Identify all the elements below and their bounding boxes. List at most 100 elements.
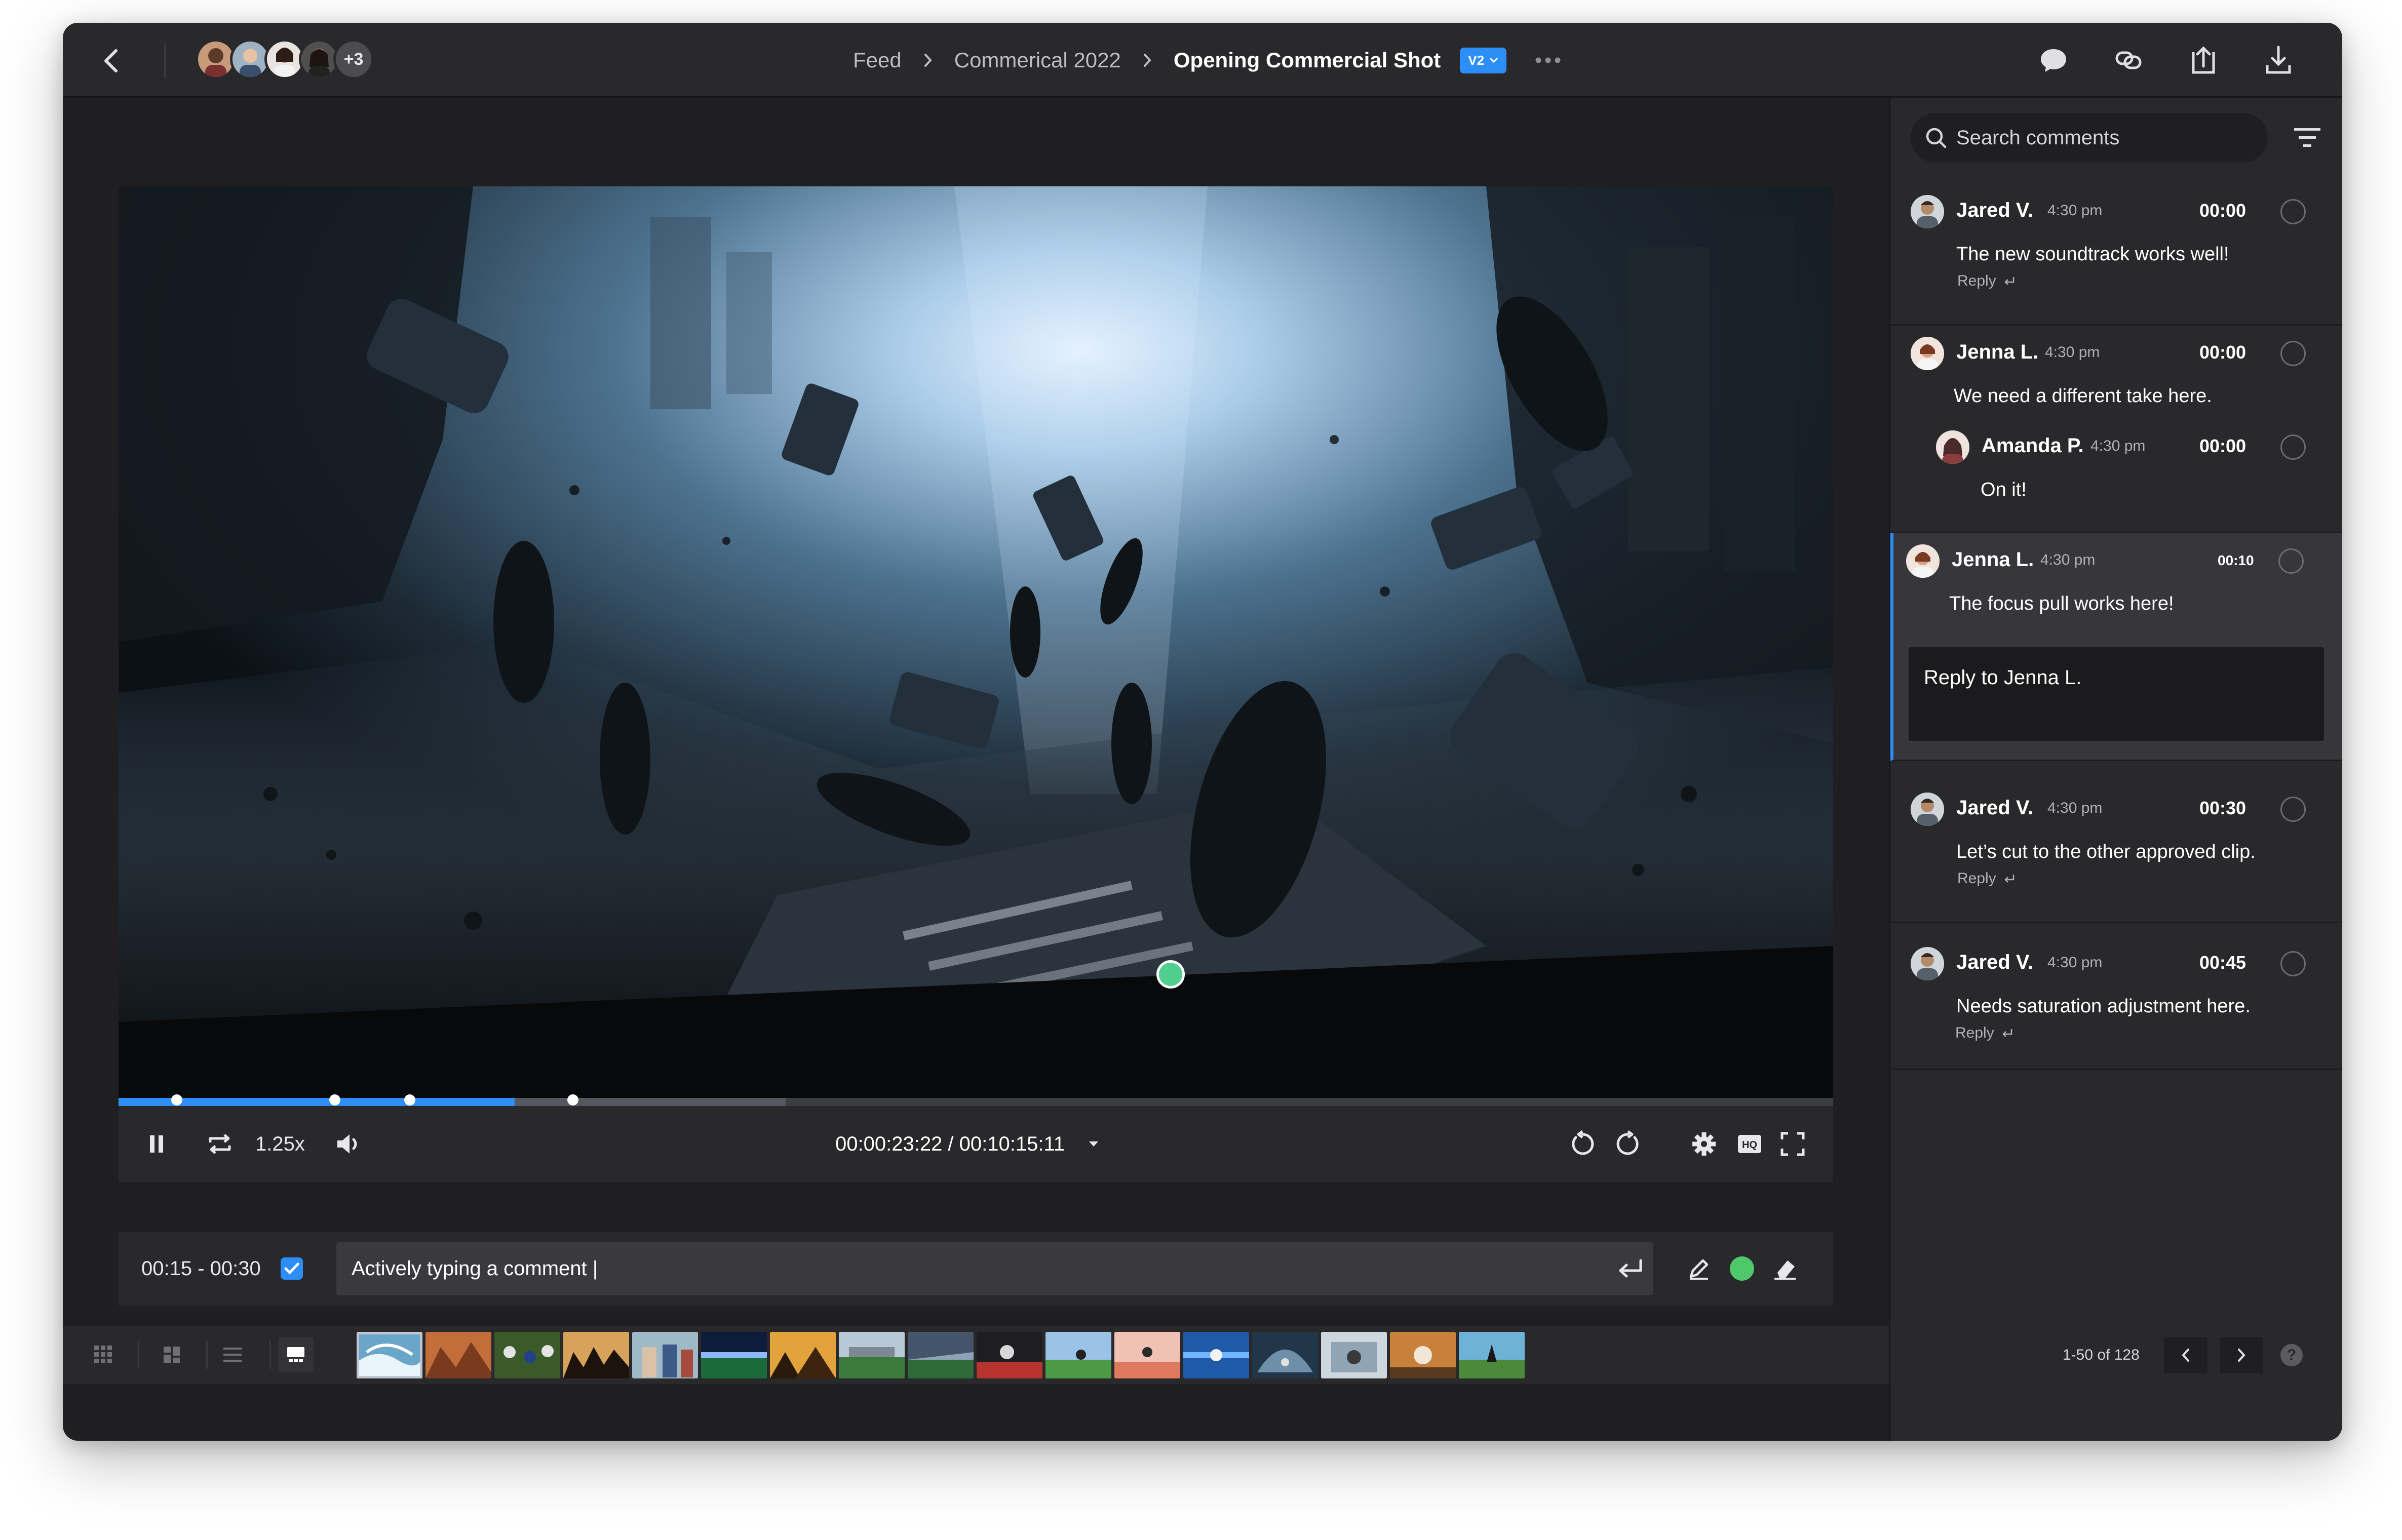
comment-timeline-marker[interactable] [171,1094,183,1105]
resolve-checkbox[interactable] [2280,341,2306,366]
color-picker-button[interactable] [1724,1251,1760,1286]
reply-enter-icon [2004,875,2014,883]
comment-timestamp-link[interactable]: 00:00 [2199,436,2246,457]
comment-thread[interactable]: Jenna L. 4:30 pm 00:00 We need a differe… [1890,326,2342,533]
submit-comment-button[interactable] [1613,1251,1648,1286]
eraser-button[interactable] [1767,1251,1803,1286]
pause-button[interactable] [139,1126,174,1162]
version-label: V2 [1468,52,1485,68]
filter-button[interactable] [2291,121,2324,154]
comment-thread[interactable]: Jared V. 4:30 pm 00:30 Let’s cut to the … [1890,761,2342,923]
asset-thumbnail[interactable] [1459,1332,1525,1378]
comment-text: The new soundtrack works well! [1956,244,2229,265]
resolve-checkbox[interactable] [2280,199,2306,224]
comments-button[interactable] [2035,42,2072,78]
tile-view-button[interactable] [154,1337,189,1372]
draw-tool-button[interactable] [1681,1251,1717,1286]
back-button[interactable] [93,43,129,78]
comment-timestamp-link[interactable]: 00:45 [2199,952,2246,973]
asset-thumbnail[interactable] [357,1332,422,1378]
hq-quality-button[interactable]: HQ [1732,1126,1767,1162]
resolve-checkbox[interactable] [2280,435,2306,460]
comment-thread[interactable]: Jared V. 4:30 pm 00:00 The new soundtrac… [1890,184,2342,326]
video-still-image [119,186,1833,1098]
asset-thumbnail[interactable] [563,1332,629,1378]
asset-thumbnail[interactable] [908,1332,974,1378]
resolve-checkbox[interactable] [2280,797,2306,822]
timecode-display[interactable]: 00:00:23:22 / 00:10:15:11 [835,1106,1099,1182]
comment-timestamp-link[interactable]: 00:00 [2199,342,2246,363]
share-button[interactable] [2185,42,2222,78]
comment-thread-active[interactable]: Jenna L. 4:30 pm 00:10 The focus pull wo… [1890,533,2342,761]
asset-thumbnail[interactable] [1183,1332,1249,1378]
progress-bar[interactable] [119,1094,1833,1106]
comment-author: Jared V. [1956,797,2033,819]
video-frame[interactable] [119,186,1833,1098]
reply-button[interactable]: Reply [1957,272,2016,290]
resolve-checkbox[interactable] [2280,951,2306,976]
more-collaborators-badge[interactable]: +3 [333,39,374,80]
asset-thumbnail[interactable] [632,1332,698,1378]
asset-thumbnail[interactable] [977,1332,1042,1378]
comment-timeline-marker[interactable] [329,1094,340,1105]
asset-thumbnail[interactable] [1045,1332,1111,1378]
svg-text:HQ: HQ [1742,1139,1757,1151]
download-button[interactable] [2260,42,2297,78]
breadcrumb-project[interactable]: Commerical 2022 [954,48,1121,72]
grid-view-button[interactable] [86,1337,121,1372]
comment-timestamp-link[interactable]: 00:30 [2199,798,2246,819]
selected-color-swatch [1730,1256,1754,1281]
volume-button[interactable] [331,1126,367,1162]
asset-thumbnail[interactable] [1321,1332,1387,1378]
comment-time: 4:30 pm [2040,551,2096,568]
asset-thumbnail[interactable] [1114,1332,1180,1378]
fullscreen-icon [1780,1132,1805,1156]
reply-input[interactable]: Reply to Jenna L. [1909,647,2324,741]
comment-time: 4:30 pm [2090,438,2146,454]
loop-button[interactable] [202,1126,238,1162]
forward-button[interactable] [1610,1126,1646,1162]
asset-thumbnail[interactable] [701,1332,767,1378]
version-dropdown[interactable]: V2 [1460,47,1507,73]
avatar [1911,947,1944,980]
pagination-bar: 1-50 of 128 ? [1889,1326,2342,1384]
comment-author: Jared V. [1956,951,2033,973]
download-icon [2266,46,2291,74]
search-comments-box[interactable] [1911,113,2268,163]
help-icon[interactable]: ? [2280,1344,2303,1366]
asset-thumbnail-strip [357,1332,1525,1378]
asset-thumbnail[interactable] [839,1332,905,1378]
comment-timestamp-link[interactable]: 00:10 [2218,552,2254,569]
comment-timeline-marker[interactable] [567,1094,579,1105]
comment-thread[interactable]: Jared V. 4:30 pm 00:45 Needs saturation … [1890,923,2342,1070]
range-checkbox[interactable] [281,1257,303,1280]
asset-thumbnail[interactable] [1390,1332,1456,1378]
search-comments-input[interactable] [1956,126,2240,149]
resolve-checkbox[interactable] [2278,548,2304,574]
fullscreen-button[interactable] [1775,1126,1810,1162]
comment-time: 4:30 pm [2047,954,2103,971]
comment-marker-pin[interactable] [1156,960,1185,989]
pause-icon [150,1135,163,1153]
reply-button[interactable]: Reply [1957,870,2016,887]
comment-reply[interactable]: Amanda P. 4:30 pm 00:00 [1890,419,2342,470]
list-view-button[interactable] [215,1337,250,1372]
asset-thumbnail[interactable] [770,1332,836,1378]
collaborator-avatars[interactable]: +3 [196,39,374,82]
more-options-button[interactable] [1535,57,1561,64]
comment-time-range[interactable]: 00:15 - 00:30 [141,1232,261,1306]
link-button[interactable] [2110,42,2147,78]
rewind-button[interactable] [1565,1126,1600,1162]
settings-button[interactable] [1686,1126,1722,1162]
asset-thumbnail[interactable] [425,1332,491,1378]
next-page-button[interactable] [2220,1337,2263,1373]
previous-page-button[interactable] [2164,1337,2207,1373]
asset-thumbnail[interactable] [1252,1332,1318,1378]
reply-button[interactable]: Reply [1955,1024,2013,1042]
playback-speed-button[interactable]: 1.25x [255,1126,305,1162]
comment-timestamp-link[interactable]: 00:00 [2199,200,2246,221]
asset-thumbnail[interactable] [494,1332,560,1378]
breadcrumb-feed[interactable]: Feed [853,48,902,72]
comment-input[interactable] [336,1242,1653,1295]
filmstrip-view-button[interactable] [278,1337,314,1372]
